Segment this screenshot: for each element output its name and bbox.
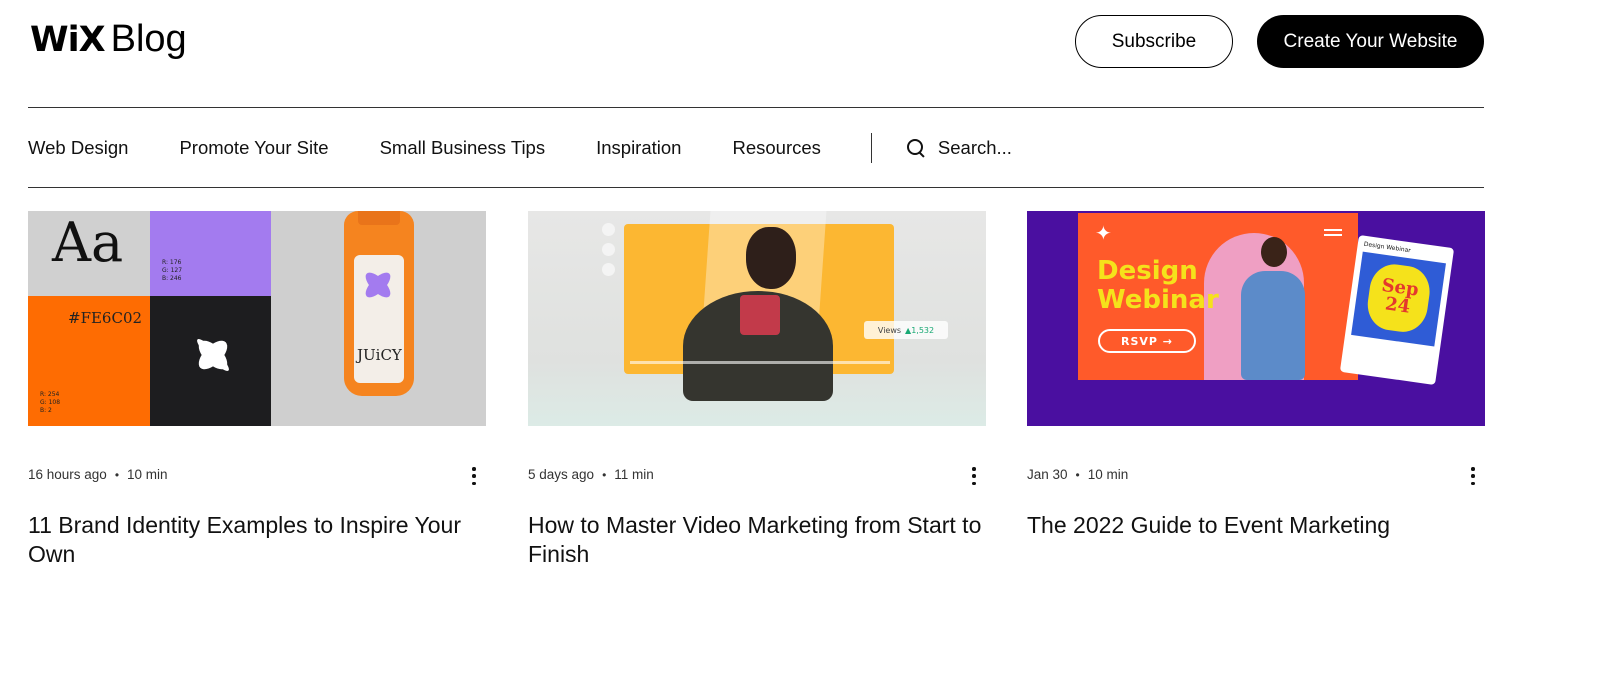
info-icon: [602, 223, 615, 236]
nav-item-web-design[interactable]: Web Design: [28, 137, 128, 159]
more-options-icon[interactable]: [470, 467, 478, 485]
nav-item-resources[interactable]: Resources: [732, 137, 820, 159]
search-box[interactable]: [906, 136, 1138, 159]
nav-item-small-business-tips[interactable]: Small Business Tips: [380, 137, 546, 159]
thumb-rgb-orange: R: 254 G: 108 B: 2: [40, 391, 61, 414]
site-header: WiX Blog Subscribe Create Your Website: [0, 0, 1600, 86]
webinar-headline: Design Webinar: [1097, 256, 1219, 315]
post-card[interactable]: Views ▲1,532 5 days ago • 11 min How to …: [528, 211, 986, 567]
settings-icon: [602, 243, 615, 256]
views-badge: Views ▲1,532: [864, 321, 948, 339]
nav-item-promote-your-site[interactable]: Promote Your Site: [179, 137, 328, 159]
post-time: Jan 30: [1027, 467, 1068, 482]
rsvp-badge: RSVP →: [1098, 329, 1196, 353]
subscribe-button[interactable]: Subscribe: [1075, 15, 1233, 68]
post-thumbnail-event-marketing[interactable]: ✦ Design Webinar RSVP → Design Webinar S…: [1027, 211, 1485, 426]
logo-blog: Blog: [110, 18, 187, 60]
category-nav: Web Design Promote Your Site Small Busin…: [28, 108, 1484, 187]
create-your-website-button[interactable]: Create Your Website: [1257, 15, 1484, 68]
nav-bottom-divider: [28, 187, 1484, 188]
post-read-time: 10 min: [127, 467, 168, 482]
logo-wix: WiX: [30, 20, 106, 60]
more-options-icon[interactable]: [970, 467, 978, 485]
nav-item-inspiration[interactable]: Inspiration: [596, 137, 681, 159]
nav-vertical-divider: [870, 132, 872, 163]
post-card[interactable]: Aa R: 176 G: 127 B: 246 #FE6C02 R: 254 G…: [28, 211, 486, 567]
post-meta: 16 hours ago • 10 min: [28, 467, 168, 482]
share-icon: [602, 263, 615, 276]
post-title[interactable]: 11 Brand Identity Examples to Inspire Yo…: [28, 511, 486, 568]
more-options-icon[interactable]: [1469, 467, 1477, 485]
thumb-aa-glyph: Aa: [52, 211, 124, 274]
menu-icon: [1324, 229, 1342, 236]
post-meta: Jan 30 • 10 min: [1027, 467, 1129, 482]
post-title[interactable]: How to Master Video Marketing from Start…: [528, 511, 986, 568]
post-time: 5 days ago: [528, 467, 595, 482]
post-time: 16 hours ago: [28, 467, 107, 482]
post-meta: 5 days ago • 11 min: [528, 467, 654, 482]
post-read-time: 10 min: [1087, 467, 1129, 482]
woman-figure: [1241, 271, 1305, 380]
thumb-rgb-purple: R: 176 G: 127 B: 246: [162, 259, 183, 282]
post-title[interactable]: The 2022 Guide to Event Marketing: [1027, 511, 1485, 540]
sparkle-icon: ✦: [1095, 223, 1112, 245]
video-progress-bar: [630, 361, 890, 364]
bottle-label-text: JUiCY: [357, 346, 402, 364]
search-icon[interactable]: [906, 138, 926, 158]
post-card[interactable]: ✦ Design Webinar RSVP → Design Webinar S…: [1027, 211, 1485, 538]
post-thumbnail-video-marketing[interactable]: Views ▲1,532: [528, 211, 986, 426]
search-input[interactable]: [937, 136, 1138, 159]
thumb-hex-code: #FE6C02: [68, 309, 143, 327]
wix-blog-logo[interactable]: WiX Blog: [30, 18, 187, 62]
webinar-social-card: Design Webinar Sep 24: [1339, 234, 1455, 386]
post-thumbnail-brand-identity[interactable]: Aa R: 176 G: 127 B: 246 #FE6C02 R: 254 G…: [28, 211, 486, 426]
post-read-time: 11 min: [614, 467, 654, 482]
